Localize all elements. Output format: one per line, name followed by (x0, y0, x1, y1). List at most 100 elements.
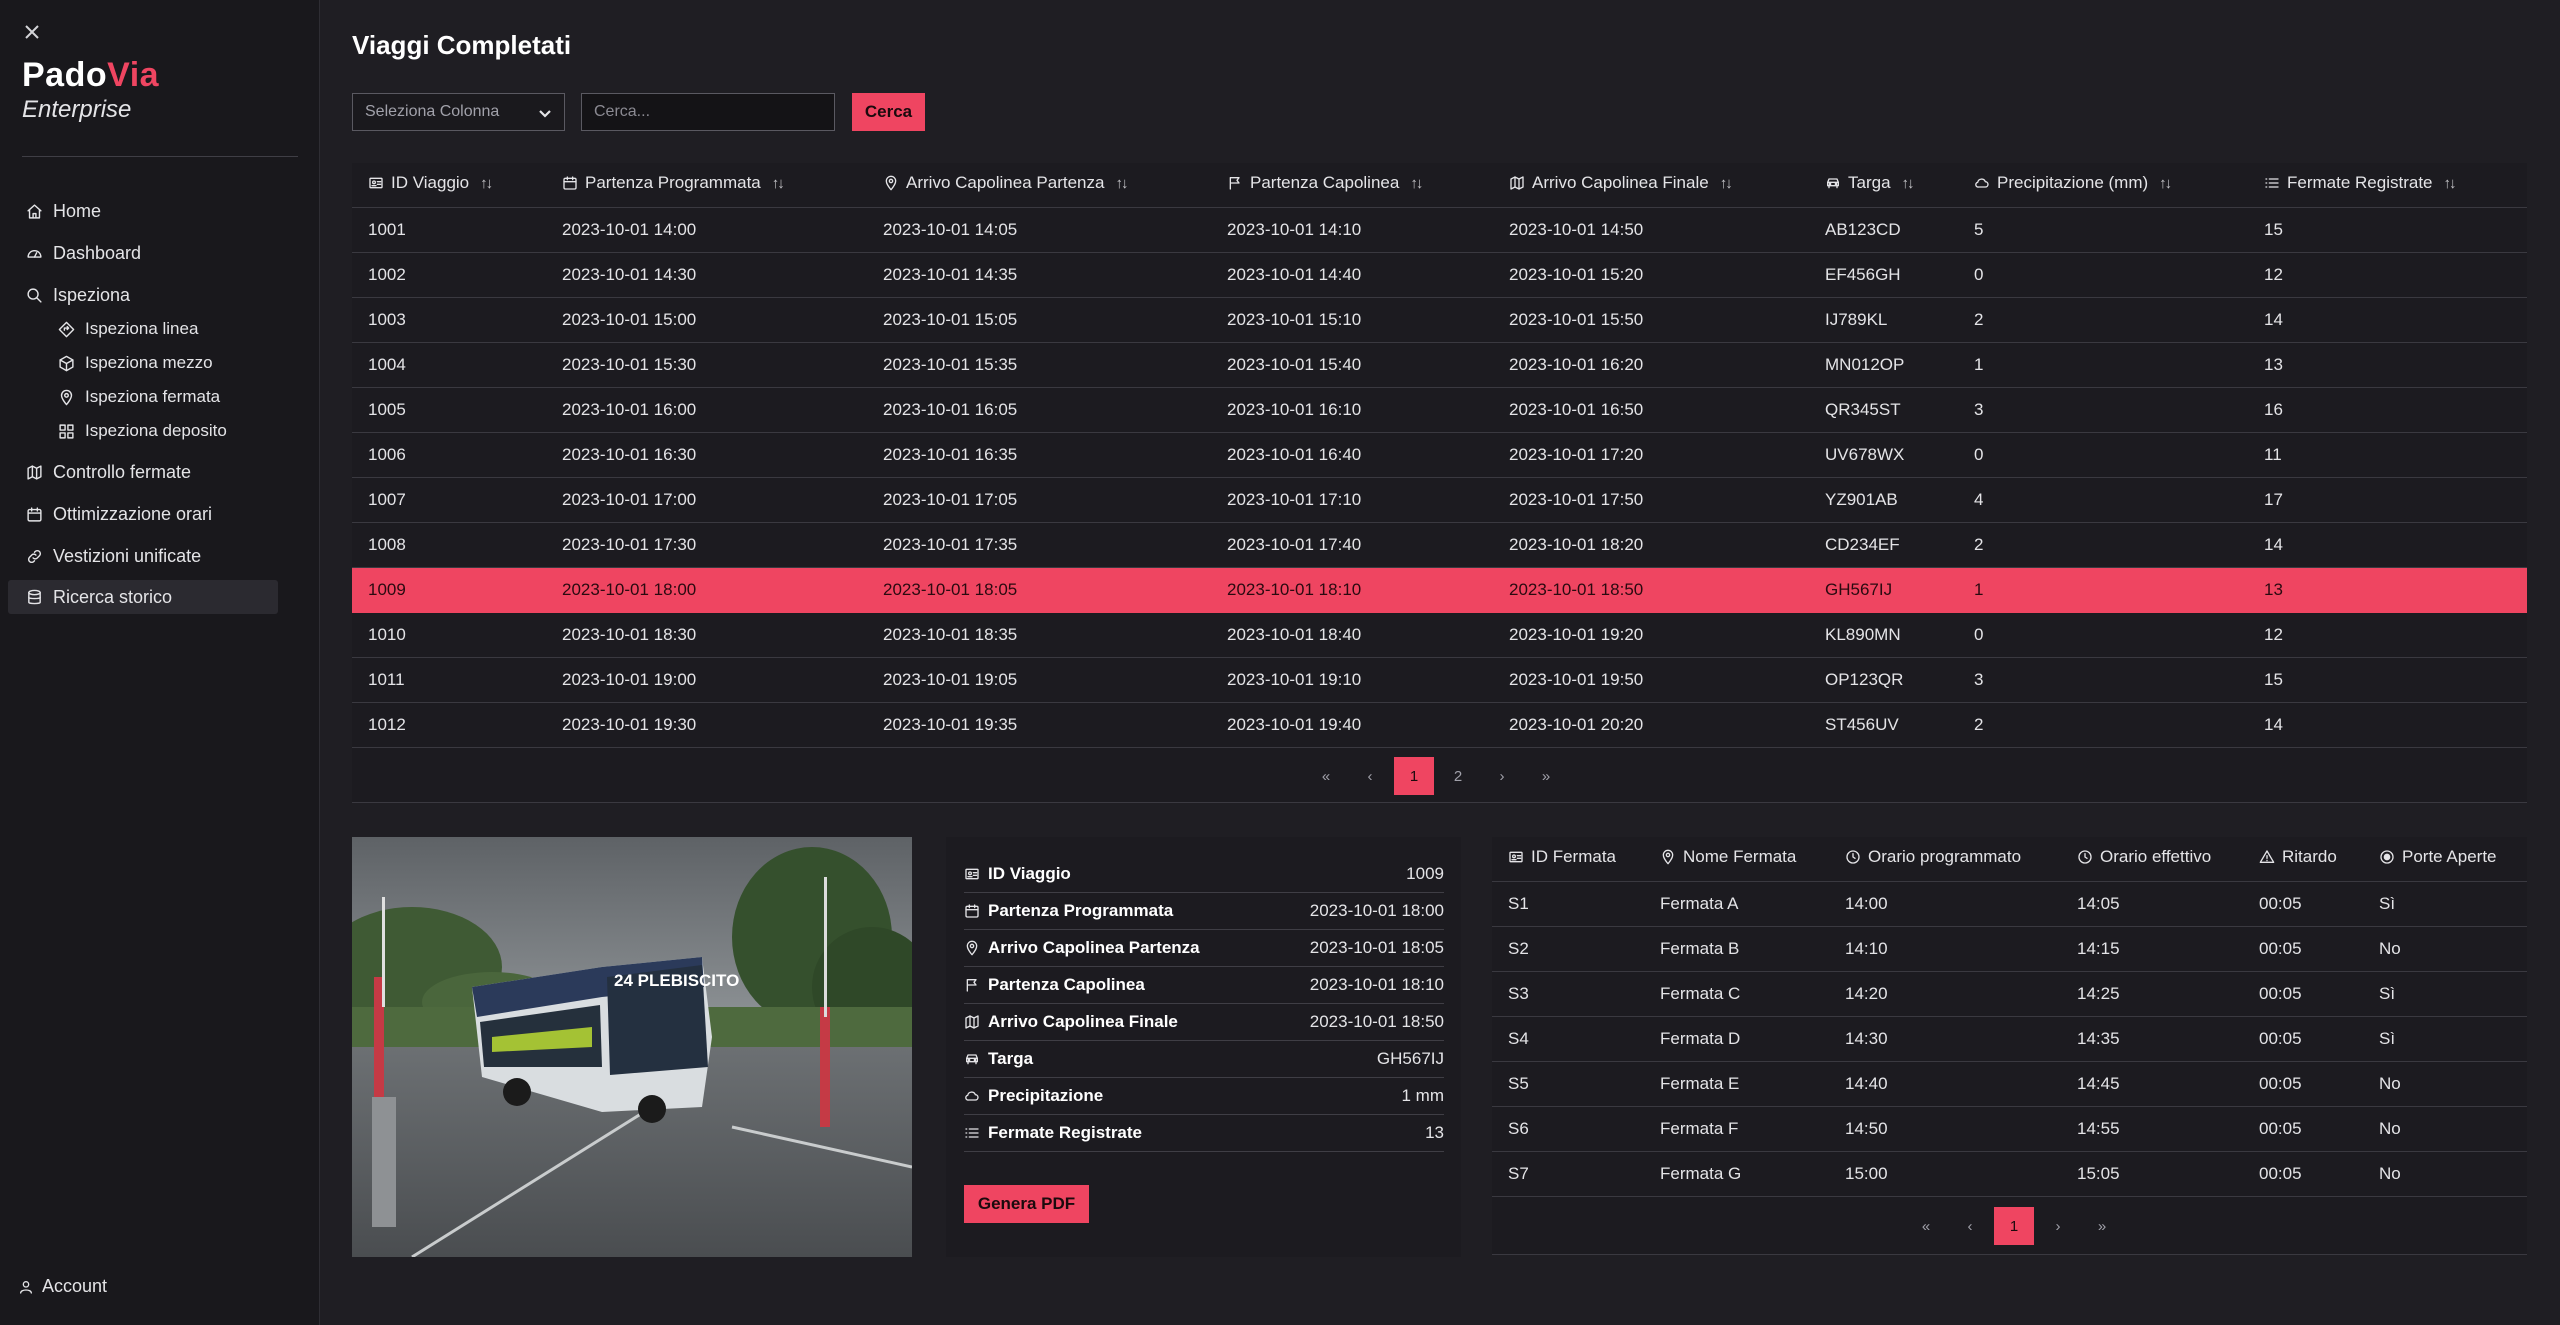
trip-row[interactable]: 1005 2023-10-01 16:00 2023-10-01 16:05 2023… (352, 387, 2527, 433)
account-link[interactable]: Account (18, 1276, 107, 1297)
trip-cell: ST456UV (1809, 702, 1958, 748)
col-header-precipitazione[interactable]: Precipitazione (mm) ↑↓ (1958, 163, 2248, 208)
trip-cell: 1 (1958, 567, 2248, 613)
stops-pagination: « ‹ 1 › » (1904, 1207, 2124, 1245)
col-header-targa[interactable]: Targa ↑↓ (1809, 163, 1958, 208)
trip-row[interactable]: 1001 2023-10-01 14:00 2023-10-01 14:05 2023… (352, 207, 2527, 253)
stop-cell: 14:40 (1829, 1061, 2061, 1107)
last-page-button[interactable]: » (1524, 757, 1568, 795)
trip-row[interactable]: 1012 2023-10-01 19:30 2023-10-01 19:35 2023… (352, 702, 2527, 748)
trip-cell: 2023-10-01 14:40 (1211, 252, 1493, 298)
sidebar-item-ispeziona-mezzo[interactable]: Ispeziona mezzo (40, 346, 278, 380)
stop-cell: Fermata A (1644, 881, 1829, 927)
col-header-orario-programmato[interactable]: Orario programmato (1829, 837, 2061, 882)
col-header-nome-fermata[interactable]: Nome Fermata (1644, 837, 1829, 882)
detail-row-precipitazione: Precipitazione 1 mm (964, 1078, 1444, 1115)
trip-cell: 2023-10-01 17:50 (1493, 477, 1809, 523)
sort-icon: ↑↓ (1901, 174, 1915, 192)
prev-page-button[interactable]: ‹ (1348, 757, 1392, 795)
close-icon[interactable] (22, 22, 42, 42)
stop-row[interactable]: S2 Fermata B 14:10 14:15 00:05 No (1492, 926, 2527, 972)
sort-icon: ↑↓ (480, 174, 493, 192)
stop-row[interactable]: S6 Fermata F 14:50 14:55 00:05 No (1492, 1106, 2527, 1152)
first-page-button[interactable]: « (1304, 757, 1348, 795)
page-button-1[interactable]: 1 (1394, 757, 1434, 795)
trip-cell: 2023-10-01 17:35 (867, 522, 1211, 568)
stop-cell: No (2363, 1151, 2527, 1197)
col-header-arrivo-capolinea-finale[interactable]: Arrivo Capolinea Finale ↑↓ (1493, 163, 1809, 208)
sidebar-item-ottimizzazione-orari[interactable]: Ottimizzazione orari (8, 497, 278, 531)
trip-row[interactable]: 1007 2023-10-01 17:00 2023-10-01 17:05 2023… (352, 477, 2527, 523)
generate-pdf-button[interactable]: Genera PDF (964, 1185, 1089, 1223)
trip-cell: 2023-10-01 19:20 (1493, 612, 1809, 658)
stop-row[interactable]: S7 Fermata G 15:00 15:05 00:05 No (1492, 1151, 2527, 1197)
stop-row[interactable]: S3 Fermata C 14:20 14:25 00:05 Sì (1492, 971, 2527, 1017)
trips-table-panel: ID Viaggio ↑↓ Partenza Programmata ↑↓ Arri… (352, 163, 2527, 803)
gauge-icon (26, 245, 43, 262)
trip-cell: 1009 (352, 567, 546, 613)
column-select[interactable]: Seleziona Colonna (352, 93, 565, 131)
sidebar-item-ispeziona-fermata[interactable]: Ispeziona fermata (40, 380, 278, 414)
stop-cell: 15:05 (2061, 1151, 2243, 1197)
prev-page-button[interactable]: ‹ (1948, 1207, 1992, 1245)
map-icon (26, 464, 43, 481)
stops-header-row: ID Fermata Nome Fermata Orario programma… (1492, 837, 2527, 882)
page-button-2[interactable]: 2 (1436, 757, 1480, 795)
trip-cell: 2023-10-01 18:40 (1211, 612, 1493, 658)
col-header-partenza-programmata[interactable]: Partenza Programmata ↑↓ (546, 163, 867, 208)
trip-row[interactable]: 1008 2023-10-01 17:30 2023-10-01 17:35 2023… (352, 522, 2527, 568)
sidebar-item-vestizioni-unificate[interactable]: Vestizioni unificate (8, 539, 278, 573)
col-header-partenza-capolinea[interactable]: Partenza Capolinea ↑↓ (1211, 163, 1493, 208)
trip-row[interactable]: 1011 2023-10-01 19:00 2023-10-01 19:05 2023… (352, 657, 2527, 703)
trip-cell: 2023-10-01 15:35 (867, 342, 1211, 388)
col-header-arrivo-capolinea-partenza[interactable]: Arrivo Capolinea Partenza ↑↓ (867, 163, 1211, 208)
trip-cell: 3 (1958, 387, 2248, 433)
trip-row[interactable]: 1004 2023-10-01 15:30 2023-10-01 15:35 2023… (352, 342, 2527, 388)
trip-cell: 2023-10-01 15:10 (1211, 297, 1493, 343)
trip-row[interactable]: 1003 2023-10-01 15:00 2023-10-01 15:05 2023… (352, 297, 2527, 343)
trip-cell: 2023-10-01 17:00 (546, 477, 867, 523)
search-button[interactable]: Cerca (852, 93, 925, 131)
trips-header-row: ID Viaggio ↑↓ Partenza Programmata ↑↓ Arri… (352, 163, 2527, 208)
sidebar-item-ispeziona[interactable]: Ispeziona (8, 278, 278, 312)
stop-row[interactable]: S4 Fermata D 14:30 14:35 00:05 Sì (1492, 1016, 2527, 1062)
sidebar-item-dashboard[interactable]: Dashboard (8, 236, 278, 270)
stop-cell: S6 (1492, 1106, 1644, 1152)
trip-cell: 0 (1958, 432, 2248, 478)
next-page-button[interactable]: › (2036, 1207, 2080, 1245)
trip-cell: 2 (1958, 297, 2248, 343)
trip-row[interactable]: 1006 2023-10-01 16:30 2023-10-01 16:35 2023… (352, 432, 2527, 478)
map-icon (1509, 175, 1525, 191)
trip-cell: 2023-10-01 19:35 (867, 702, 1211, 748)
stop-cell: Fermata F (1644, 1106, 1829, 1152)
next-page-button[interactable]: › (1480, 757, 1524, 795)
clock-icon (1845, 849, 1861, 865)
col-header-fermate-registrate[interactable]: Fermate Registrate ↑↓ (2248, 163, 2527, 208)
sidebar-item-home[interactable]: Home (8, 194, 278, 228)
col-header-label: ID Viaggio (391, 173, 470, 193)
trip-row[interactable]: 1010 2023-10-01 18:30 2023-10-01 18:35 2023… (352, 612, 2527, 658)
stop-cell: Sì (2363, 971, 2527, 1017)
stop-cell: 00:05 (2243, 1016, 2363, 1062)
sidebar-item-ispeziona-linea[interactable]: Ispeziona linea (40, 312, 278, 346)
trip-cell: 2023-10-01 18:10 (1211, 567, 1493, 613)
col-header-orario-effettivo[interactable]: Orario effettivo (2061, 837, 2243, 882)
search-input[interactable] (581, 93, 835, 131)
col-header-ritardo[interactable]: Ritardo (2243, 837, 2363, 882)
trip-cell: 12 (2248, 252, 2527, 298)
trip-row[interactable]: 1002 2023-10-01 14:30 2023-10-01 14:35 2023… (352, 252, 2527, 298)
stop-row[interactable]: S5 Fermata E 14:40 14:45 00:05 No (1492, 1061, 2527, 1107)
col-header-id-fermata[interactable]: ID Fermata (1492, 837, 1644, 882)
page-button-1[interactable]: 1 (1994, 1207, 2034, 1245)
trip-row[interactable]: 1009 2023-10-01 18:00 2023-10-01 18:05 2023… (352, 567, 2527, 613)
sidebar-item-controllo-fermate[interactable]: Controllo fermate (8, 455, 278, 489)
col-header-porte-aperte[interactable]: Porte Aperte (2363, 837, 2527, 882)
trip-cell: 2023-10-01 14:30 (546, 252, 867, 298)
first-page-button[interactable]: « (1904, 1207, 1948, 1245)
stop-cell: No (2363, 1061, 2527, 1107)
sidebar-item-ispeziona-deposito[interactable]: Ispeziona deposito (40, 414, 278, 448)
col-header-id-viaggio[interactable]: ID Viaggio ↑↓ (352, 163, 546, 208)
sidebar-item-ricerca-storico[interactable]: Ricerca storico (8, 580, 278, 614)
stop-row[interactable]: S1 Fermata A 14:00 14:05 00:05 Sì (1492, 881, 2527, 927)
last-page-button[interactable]: » (2080, 1207, 2124, 1245)
